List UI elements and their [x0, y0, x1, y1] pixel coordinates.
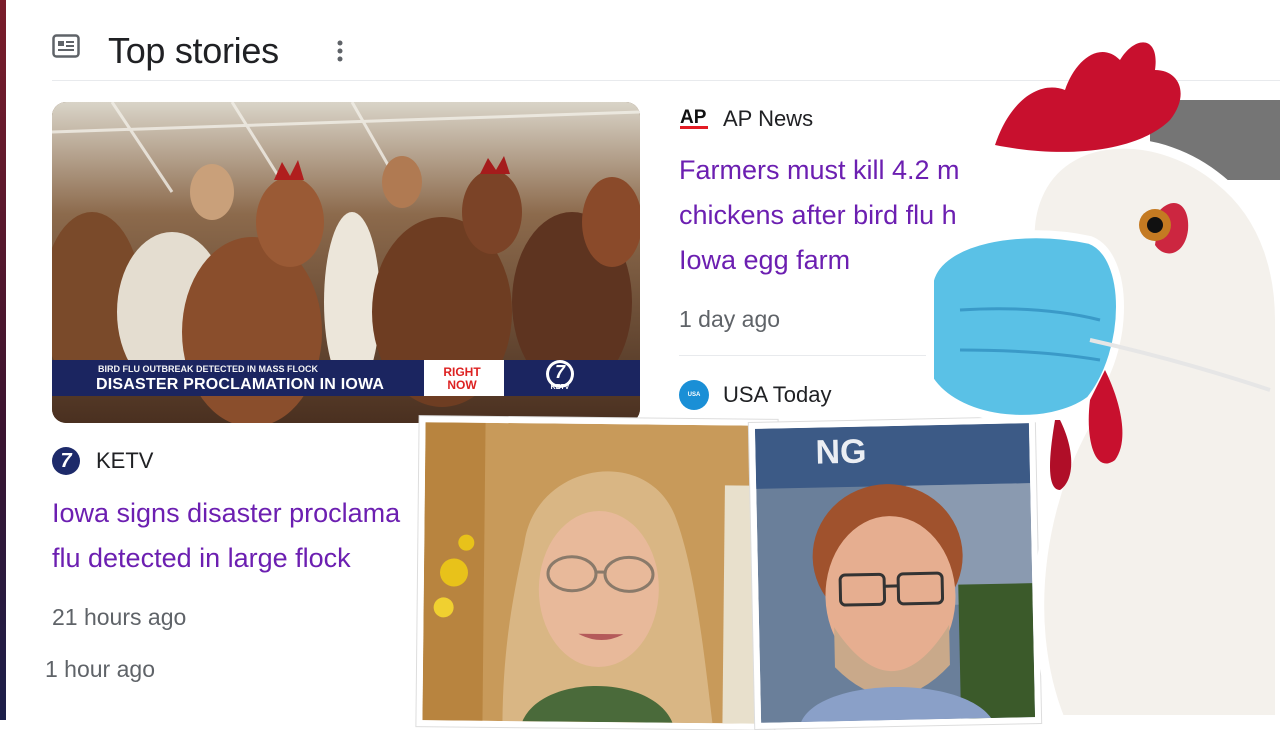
lead-source-name[interactable]: KETV [96, 448, 153, 474]
usa-today-logo: USA TODAY [679, 380, 709, 410]
side-timestamp: 1 day ago [679, 306, 780, 333]
lead-timestamp: 21 hours ago [52, 604, 186, 631]
chyron-tag-line2: NOW [426, 379, 498, 392]
banner-text: NG [815, 433, 867, 473]
left-edge-strip [0, 0, 6, 720]
ketv-logo: 7 [52, 447, 80, 475]
chyron-logo-caption: KETV [542, 384, 578, 391]
lead-headline-line1[interactable]: Iowa signs disaster proclama [52, 491, 400, 536]
next-source-name[interactable]: USA Today [723, 382, 831, 408]
side-headline-line3[interactable]: Iowa egg farm [679, 238, 850, 283]
side-source-name[interactable]: AP News [723, 106, 813, 132]
woman-video-thumbnail[interactable] [416, 416, 777, 730]
section-title: Top stories [108, 30, 279, 72]
news-icon [52, 34, 80, 58]
more-vert-icon[interactable] [334, 38, 346, 66]
ap-logo: AP [679, 104, 709, 130]
lead-headline-line2[interactable]: flu detected in large flock [52, 536, 351, 581]
lead-story-image[interactable]: BIRD FLU OUTBREAK DETECTED IN MASS FLOCK… [52, 102, 640, 423]
chyron-headline: DISASTER PROCLAMATION IN IOWA [96, 376, 384, 394]
chyron-logo: 7 [552, 362, 568, 383]
ap-logo-text: AP [680, 107, 707, 128]
chyron-tag: RIGHT NOW [426, 366, 498, 392]
extra-timestamp: 1 hour ago [45, 656, 155, 683]
chyron-subtitle: BIRD FLU OUTBREAK DETECTED IN MASS FLOCK [98, 364, 318, 374]
masked-chicken-image [900, 20, 1280, 720]
